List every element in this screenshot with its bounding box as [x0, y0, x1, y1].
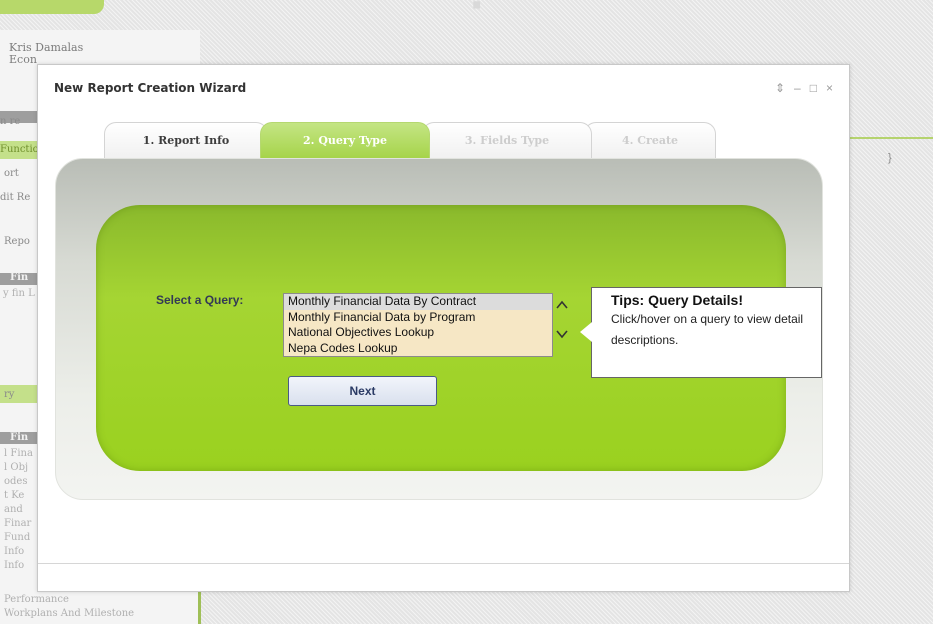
background-fragment: Finar: [4, 518, 32, 529]
background-fragment: l Fina: [4, 448, 33, 459]
resize-icon[interactable]: ⇕: [775, 81, 785, 95]
background-fragment: Functio: [0, 144, 39, 155]
tab-report-info[interactable]: 1. Report Info: [104, 122, 268, 158]
tab-create[interactable]: 4. Create: [584, 122, 716, 158]
query-option[interactable]: Monthly Financial Data by Program: [284, 310, 552, 326]
background-fragment: odes: [4, 476, 28, 487]
background-logo-bar: [0, 0, 104, 14]
background-fragment: dit Re: [0, 192, 31, 203]
tip-title: Tips: Query Details!: [611, 292, 744, 308]
close-icon[interactable]: ×: [826, 81, 833, 95]
chevron-up-icon[interactable]: [555, 298, 569, 312]
tab-fields-type[interactable]: 3. Fields Type: [422, 122, 592, 158]
chevron-down-icon[interactable]: [555, 328, 569, 342]
dialog-title: New Report Creation Wizard: [54, 81, 247, 95]
minimize-icon[interactable]: –: [794, 81, 801, 95]
background-fragment: l Obj: [4, 462, 29, 473]
background-fragment: Fund: [4, 532, 31, 543]
report-wizard-dialog: New Report Creation Wizard ⇕ – □ × 1. Re…: [37, 64, 850, 592]
background-divider: [850, 137, 933, 139]
background-fragment: n re: [0, 116, 21, 127]
query-option[interactable]: Nepa Codes Lookup: [284, 341, 552, 357]
background-fragment: Info: [4, 546, 25, 557]
maximize-icon[interactable]: □: [810, 81, 817, 95]
tooltip-pointer: [580, 322, 592, 342]
background-fragment: Fin: [10, 432, 29, 443]
background-divider: [198, 590, 201, 624]
tips-tooltip: Tips: Query Details! Click/hover on a qu…: [591, 287, 822, 378]
background-app-header: ·: [470, 0, 486, 32]
tab-query-type[interactable]: 2. Query Type: [260, 122, 430, 158]
background-fragment: Performance: [4, 594, 69, 605]
next-button[interactable]: Next: [288, 376, 437, 406]
background-fragment: Info: [4, 560, 25, 571]
tip-text: Click/hover on a query to view detail de…: [611, 312, 804, 347]
query-listbox[interactable]: Monthly Financial Data By Contract Month…: [283, 293, 553, 357]
select-query-label: Select a Query:: [156, 293, 244, 307]
background-fragment: t Ke: [4, 490, 25, 501]
query-option[interactable]: Monthly Financial Data By Contract: [284, 294, 552, 310]
background-fragment: y fin L: [3, 288, 35, 299]
background-fragment: }: [888, 152, 892, 164]
background-fragment: ry: [4, 389, 15, 400]
background-fragment: Fin: [10, 272, 29, 283]
background-user-info: Kris Damalas Econ: [9, 42, 83, 66]
background-fragment: and: [4, 504, 23, 515]
background-fragment: ort: [4, 168, 19, 179]
background-fragment: Repo: [4, 236, 30, 247]
background-fragment: Workplans And Milestone: [4, 608, 135, 619]
dialog-footer-divider: [38, 563, 849, 564]
query-option[interactable]: National Objectives Lookup: [284, 325, 552, 341]
window-controls: ⇕ – □ ×: [775, 81, 833, 95]
